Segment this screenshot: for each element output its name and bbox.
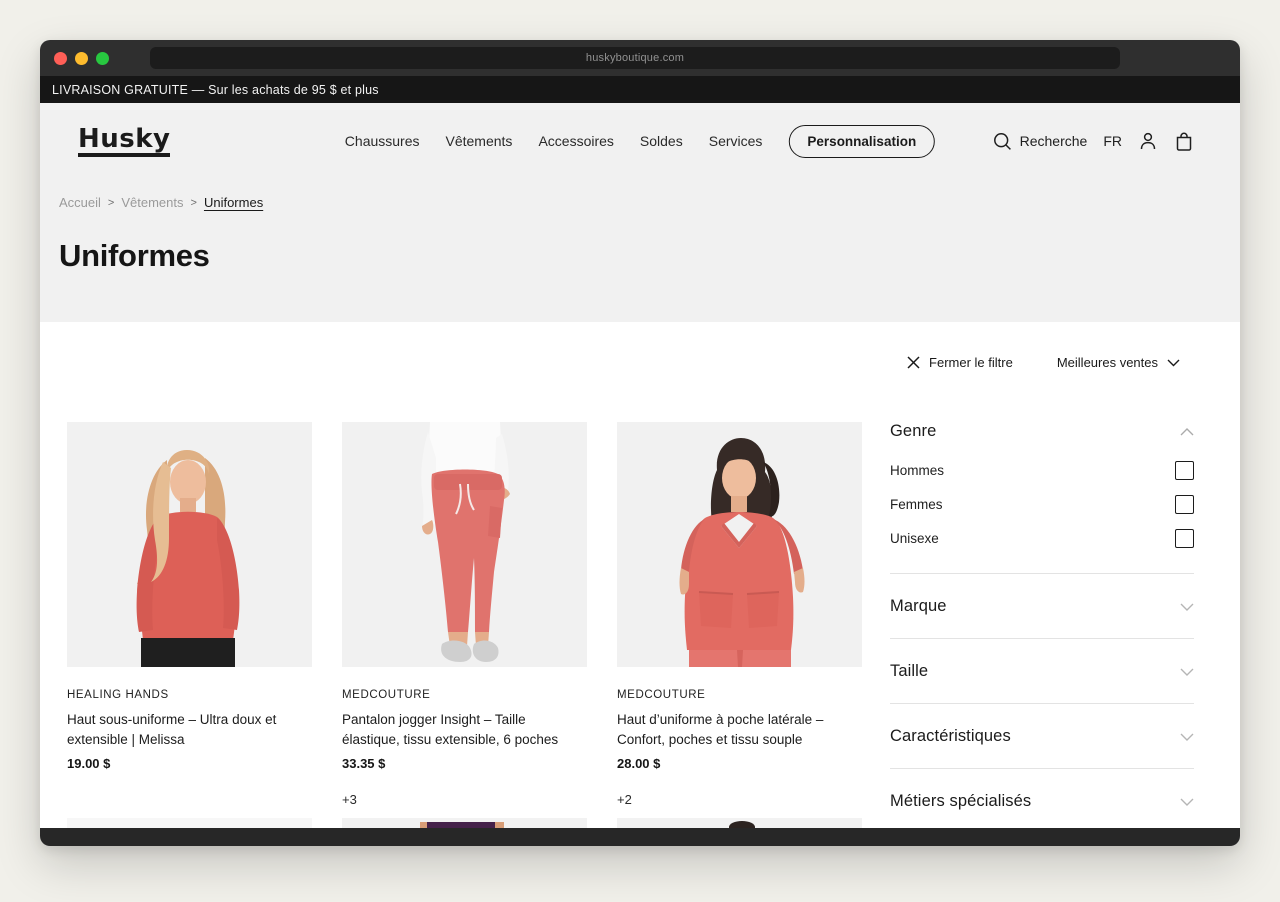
filter-section-taille: Taille: [890, 639, 1194, 704]
site-logo[interactable]: Husky: [78, 126, 170, 157]
breadcrumb-accueil[interactable]: Accueil: [59, 195, 101, 210]
language-switcher[interactable]: FR: [1103, 133, 1122, 149]
chevron-down-icon: [1180, 798, 1194, 806]
product-price: 33.35 $: [342, 756, 587, 771]
product-image: [67, 422, 312, 667]
filter-section-genre[interactable]: Genre: [890, 422, 1194, 441]
chevron-down-icon: [1180, 603, 1194, 611]
product-image: [342, 422, 587, 667]
listing-toolbar: Fermer le filtre Meilleures ventes: [907, 355, 1180, 370]
search-label: Recherche: [1020, 133, 1088, 149]
product-brand: MEDCOUTURE: [617, 689, 862, 701]
filter-section-caracteristiques: Caractéristiques: [890, 704, 1194, 769]
product-card[interactable]: HEALING HANDS Haut sous-uniforme – Ultra…: [67, 422, 312, 807]
main-content: Fermer le filtre Meilleures ventes: [40, 322, 1240, 828]
search-icon: [993, 132, 1012, 151]
nav-item-accessoires[interactable]: Accessoires: [538, 133, 613, 149]
filter-option-femmes[interactable]: Femmes: [890, 487, 1194, 521]
page-title: Uniformes: [59, 238, 1240, 274]
product-image: [617, 422, 862, 667]
account-icon[interactable]: [1138, 131, 1158, 151]
page-header-area: Husky Chaussures Vêtements Accessoires S…: [40, 103, 1240, 322]
filter-section-title: Taille: [890, 662, 928, 681]
product-price: 28.00 $: [617, 756, 862, 771]
breadcrumb-separator: >: [191, 197, 197, 209]
genre-options: Hommes Femmes Unisexe: [890, 453, 1194, 555]
breadcrumb-separator: >: [108, 197, 114, 209]
search-button[interactable]: Recherche: [993, 132, 1088, 151]
breadcrumb: Accueil > Vêtements > Uniformes: [59, 195, 1240, 210]
filter-option-unisexe[interactable]: Unisexe: [890, 521, 1194, 555]
browser-window: huskyboutique.com LIVRAISON GRATUITE — S…: [40, 40, 1240, 846]
product-image: [342, 818, 587, 828]
breadcrumb-uniformes[interactable]: Uniformes: [204, 195, 263, 210]
close-filter-label: Fermer le filtre: [929, 355, 1013, 370]
sort-dropdown-value: Meilleures ventes: [1057, 355, 1158, 370]
filter-section-title: Genre: [890, 422, 936, 441]
breadcrumb-vetements[interactable]: Vêtements: [121, 195, 183, 210]
browser-titlebar: huskyboutique.com: [40, 40, 1240, 76]
product-image: [67, 818, 312, 828]
product-brand: MEDCOUTURE: [342, 689, 587, 701]
chevron-down-icon: [1180, 733, 1194, 741]
product-name: Haut d’uniforme à poche latérale – Confo…: [617, 710, 862, 750]
chevron-up-icon: [1180, 428, 1194, 436]
filter-section-title: Métiers spécialisés: [890, 792, 1031, 811]
header-actions: Recherche FR: [993, 131, 1194, 152]
minimize-window-button[interactable]: [75, 52, 88, 65]
window-controls: [54, 52, 109, 65]
filter-option-label: Femmes: [890, 497, 943, 512]
product-card[interactable]: MEDCOUTURE Haut d’uniforme à poche latér…: [617, 422, 862, 807]
sort-dropdown[interactable]: Meilleures ventes: [1057, 355, 1180, 370]
filter-section-marque-header[interactable]: Marque: [890, 597, 1194, 616]
main-navigation: Chaussures Vêtements Accessoires Soldes …: [345, 125, 935, 158]
footer-bar: [40, 828, 1240, 846]
close-filter-button[interactable]: Fermer le filtre: [907, 355, 1013, 370]
product-brand: HEALING HANDS: [67, 689, 312, 701]
filter-option-label: Hommes: [890, 463, 944, 478]
product-image: [617, 818, 862, 828]
product-color-count[interactable]: +2: [617, 792, 862, 807]
product-name: Haut sous-uniforme – Ultra doux et exten…: [67, 710, 312, 750]
filter-section-caracteristiques-header[interactable]: Caractéristiques: [890, 727, 1194, 746]
nav-item-soldes[interactable]: Soldes: [640, 133, 683, 149]
product-name: Pantalon jogger Insight – Taille élastiq…: [342, 710, 587, 750]
filter-section-title: Marque: [890, 597, 947, 616]
site-header: Husky Chaussures Vêtements Accessoires S…: [40, 103, 1240, 179]
filter-option-hommes[interactable]: Hommes: [890, 453, 1194, 487]
close-icon: [907, 356, 920, 369]
filter-option-label: Unisexe: [890, 531, 939, 546]
close-window-button[interactable]: [54, 52, 67, 65]
filter-sidebar: Genre Hommes Femmes Unisexe: [890, 422, 1194, 833]
product-color-count[interactable]: +3: [342, 792, 587, 807]
maximize-window-button[interactable]: [96, 52, 109, 65]
cart-bag-icon[interactable]: [1174, 131, 1194, 152]
address-bar-url: huskyboutique.com: [586, 52, 684, 64]
personalization-button[interactable]: Personnalisation: [788, 125, 935, 158]
filter-section-metiers: Métiers spécialisés: [890, 769, 1194, 833]
checkbox-unisexe[interactable]: [1175, 529, 1194, 548]
product-price: 19.00 $: [67, 756, 312, 771]
filter-section-taille-header[interactable]: Taille: [890, 662, 1194, 681]
product-grid: HEALING HANDS Haut sous-uniforme – Ultra…: [67, 422, 862, 807]
promo-banner: LIVRAISON GRATUITE — Sur les achats de 9…: [40, 76, 1240, 103]
product-card[interactable]: MEDCOUTURE Pantalon jogger Insight – Tai…: [342, 422, 587, 807]
nav-item-vetements[interactable]: Vêtements: [446, 133, 513, 149]
next-product-row-partial: [67, 818, 862, 828]
filter-section-metiers-header[interactable]: Métiers spécialisés: [890, 792, 1194, 811]
checkbox-hommes[interactable]: [1175, 461, 1194, 480]
chevron-down-icon: [1180, 668, 1194, 676]
promo-banner-text: LIVRAISON GRATUITE — Sur les achats de 9…: [52, 83, 379, 97]
nav-item-services[interactable]: Services: [709, 133, 763, 149]
filter-section-marque: Marque: [890, 574, 1194, 639]
checkbox-femmes[interactable]: [1175, 495, 1194, 514]
chevron-down-icon: [1167, 359, 1180, 367]
nav-item-chaussures[interactable]: Chaussures: [345, 133, 420, 149]
filter-section-title: Caractéristiques: [890, 727, 1011, 746]
address-bar[interactable]: huskyboutique.com: [150, 47, 1120, 69]
